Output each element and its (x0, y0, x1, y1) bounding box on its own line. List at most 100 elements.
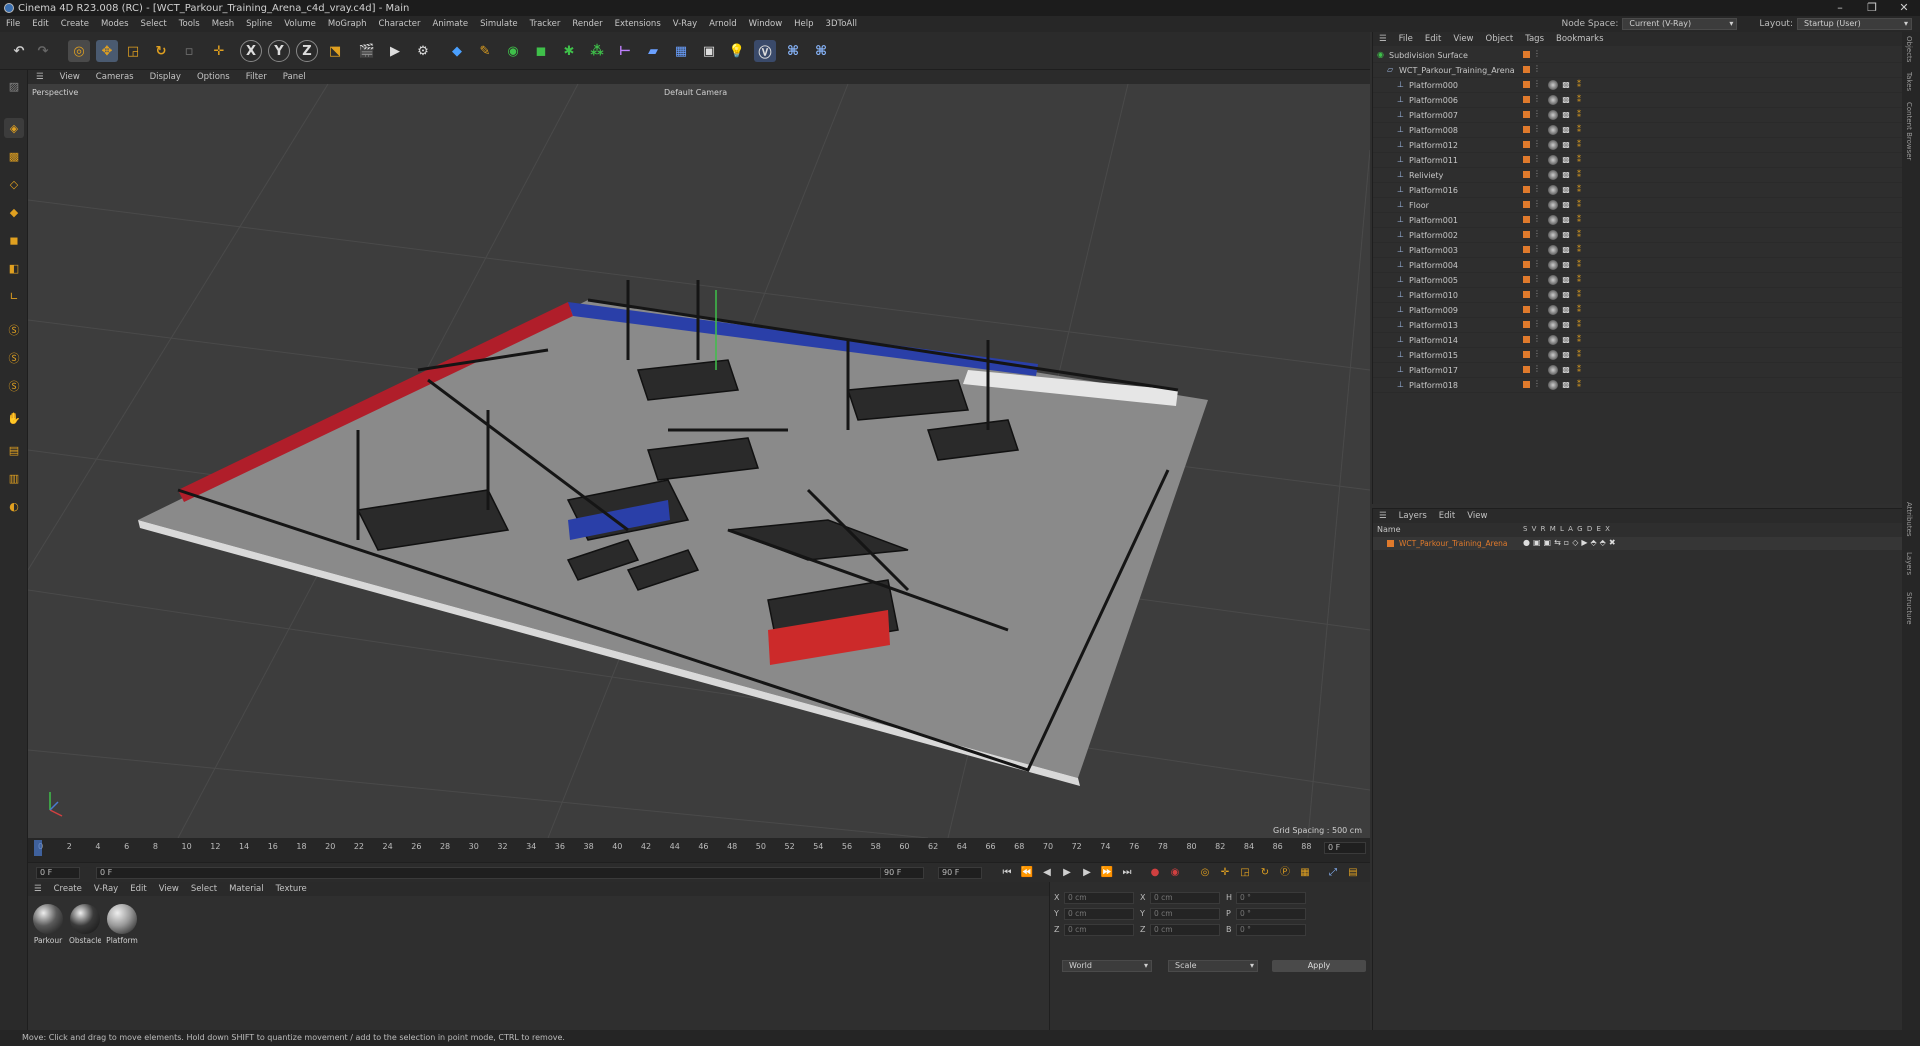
visibility-dots[interactable]: ⋮ (1533, 259, 1541, 268)
object-row[interactable]: ⊥ Platform003 ⋮ ▩ ⁑ (1373, 243, 1903, 258)
rotate-tool-icon[interactable]: ↻ (150, 40, 172, 62)
object-row[interactable]: ⊥ Platform002 ⋮ ▩ ⁑ (1373, 228, 1903, 243)
uv-mode-icon[interactable]: ◧ (4, 258, 24, 278)
right-tab-attributes[interactable]: Attributes (1905, 502, 1913, 537)
cube-icon[interactable]: ◆ (446, 40, 468, 62)
visibility-dots[interactable]: ⋮ (1533, 244, 1541, 253)
subdivision-icon[interactable]: ◉ (502, 40, 524, 62)
material-menu-create[interactable]: Create (48, 884, 88, 894)
z-axis-lock-icon[interactable]: Z (296, 40, 318, 62)
object-row[interactable]: ⊥ Platform007 ⋮ ▩ ⁑ (1373, 108, 1903, 123)
uvw-tag-icon[interactable]: ▩ (1561, 320, 1571, 330)
snap-settings-icon[interactable]: Ⓢ (4, 348, 24, 368)
vray-tag-icon[interactable]: ⁑ (1574, 110, 1584, 120)
points-mode-icon[interactable]: ◇ (4, 174, 24, 194)
y-axis-lock-icon[interactable]: Y (268, 40, 290, 62)
material-tag-icon[interactable] (1548, 245, 1558, 255)
layout-dropdown[interactable]: Startup (User) (1797, 18, 1912, 30)
visibility-dots[interactable]: ⋮ (1533, 364, 1541, 373)
scale-mode-dropdown[interactable]: Scale (1168, 960, 1258, 972)
go-to-end-icon[interactable]: ⏭ (1120, 866, 1134, 880)
vray-tag-icon[interactable]: ⁑ (1574, 380, 1584, 390)
vray-tag-icon[interactable]: ⁑ (1574, 170, 1584, 180)
uvw-tag-icon[interactable]: ▩ (1561, 245, 1571, 255)
render-view-icon[interactable]: ▶ (384, 40, 406, 62)
object-menu-file[interactable]: File (1393, 34, 1419, 44)
vray-tag-icon[interactable]: ⁑ (1574, 320, 1584, 330)
material-tag-icon[interactable] (1548, 365, 1558, 375)
vray-tag-icon[interactable]: ⁑ (1574, 350, 1584, 360)
uvw-tag-icon[interactable]: ▩ (1561, 260, 1571, 270)
object-row[interactable]: ⊥ Platform005 ⋮ ▩ ⁑ (1373, 273, 1903, 288)
key-param-icon[interactable]: ↻ (1258, 866, 1272, 880)
scale-tool-icon[interactable]: ◲ (122, 40, 144, 62)
material-menu-v-ray[interactable]: V-Ray (88, 884, 124, 894)
timeline-frame-field[interactable]: 0 F (1324, 842, 1366, 854)
object-hamburger-icon[interactable]: ☰ (1373, 34, 1393, 44)
material-tag-icon[interactable] (1548, 320, 1558, 330)
vray-tag-icon[interactable]: ⁑ (1574, 230, 1584, 240)
uvw-tag-icon[interactable]: ▩ (1561, 230, 1571, 240)
close-icon[interactable]: ✕ (1888, 0, 1920, 16)
object-row[interactable]: ⊥ Platform001 ⋮ ▩ ⁑ (1373, 213, 1903, 228)
layer-menu-layers[interactable]: Layers (1393, 511, 1433, 521)
object-row[interactable]: ⊥ Platform004 ⋮ ▩ ⁑ (1373, 258, 1903, 273)
material-menu-texture[interactable]: Texture (270, 884, 313, 894)
object-row-group[interactable]: ▱ WCT_Parkour_Training_Arena ⋮ (1373, 63, 1903, 78)
uvw-tag-icon[interactable]: ▩ (1561, 200, 1571, 210)
menu-file[interactable]: File (0, 19, 26, 29)
menu-help[interactable]: Help (788, 19, 819, 29)
floor-icon[interactable]: ▦ (670, 40, 692, 62)
solo-icon[interactable]: ◐ (4, 496, 24, 516)
light-icon[interactable]: 💡 (726, 40, 748, 62)
menu-v-ray[interactable]: V-Ray (667, 19, 703, 29)
visibility-dots[interactable]: ⋮ (1533, 229, 1541, 238)
camera-icon[interactable]: ▣ (698, 40, 720, 62)
visibility-dots[interactable]: ⋮ (1533, 154, 1541, 163)
uvw-tag-icon[interactable]: ▩ (1561, 215, 1571, 225)
timeline-layout-icon[interactable]: ▤ (1346, 866, 1360, 880)
key-scale-icon[interactable]: ✛ (1218, 866, 1232, 880)
menu-spline[interactable]: Spline (240, 19, 278, 29)
uvw-tag-icon[interactable]: ▩ (1561, 185, 1571, 195)
menu-character[interactable]: Character (373, 19, 427, 29)
object-row[interactable]: ⊥ Platform008 ⋮ ▩ ⁑ (1373, 123, 1903, 138)
right-tab-structure[interactable]: Structure (1905, 592, 1913, 625)
vray-icon[interactable]: Ⓥ (754, 40, 776, 62)
menu-window[interactable]: Window (743, 19, 789, 29)
key-pla-icon[interactable]: Ⓟ (1278, 866, 1292, 880)
apply-button[interactable]: Apply (1272, 960, 1366, 972)
visibility-dots[interactable]: ⋮ (1533, 79, 1541, 88)
material-swatch[interactable]: Obstacle (69, 904, 101, 945)
visibility-dots[interactable]: ⋮ (1533, 334, 1541, 343)
material-tag-icon[interactable] (1548, 215, 1558, 225)
key-grid-icon[interactable]: ▦ (1298, 866, 1312, 880)
coord-value-field[interactable]: 0 cm (1064, 924, 1134, 936)
material-menu-edit[interactable]: Edit (124, 884, 152, 894)
snap-icon[interactable]: Ⓢ (4, 320, 24, 340)
vray-tag-icon[interactable]: ⁑ (1574, 305, 1584, 315)
locked-workplane-icon[interactable]: ▥ (4, 468, 24, 488)
object-menu-object[interactable]: Object (1480, 34, 1520, 44)
object-row[interactable]: ⊥ Platform017 ⋮ ▩ ⁑ (1373, 363, 1903, 378)
material-menu-material[interactable]: Material (223, 884, 270, 894)
material-tag-icon[interactable] (1548, 95, 1558, 105)
uvw-tag-icon[interactable]: ▩ (1561, 305, 1571, 315)
material-tag-icon[interactable] (1548, 260, 1558, 270)
visibility-dots[interactable]: ⋮ (1533, 49, 1541, 58)
material-tag-icon[interactable] (1548, 305, 1558, 315)
object-menu-view[interactable]: View (1447, 34, 1479, 44)
visibility-dots[interactable]: ⋮ (1533, 214, 1541, 223)
end-frame-field-b[interactable]: 90 F (938, 867, 982, 879)
object-row-subdivision[interactable]: ◉ Subdivision Surface ⋮ (1373, 48, 1903, 63)
coord-value-field[interactable]: 0 cm (1150, 892, 1220, 904)
axis-mode-icon[interactable]: ∟ (4, 286, 24, 306)
material-tag-icon[interactable] (1548, 155, 1558, 165)
visibility-dots[interactable]: ⋮ (1533, 109, 1541, 118)
workplane-icon[interactable]: ▤ (4, 440, 24, 460)
vray-tag-icon[interactable]: ⁑ (1574, 365, 1584, 375)
menu-edit[interactable]: Edit (26, 19, 54, 29)
coord-value-field[interactable]: 0 ° (1236, 924, 1306, 936)
menu-3dtoall[interactable]: 3DToAll (820, 19, 863, 29)
play-icon[interactable]: ▶ (1060, 866, 1074, 880)
